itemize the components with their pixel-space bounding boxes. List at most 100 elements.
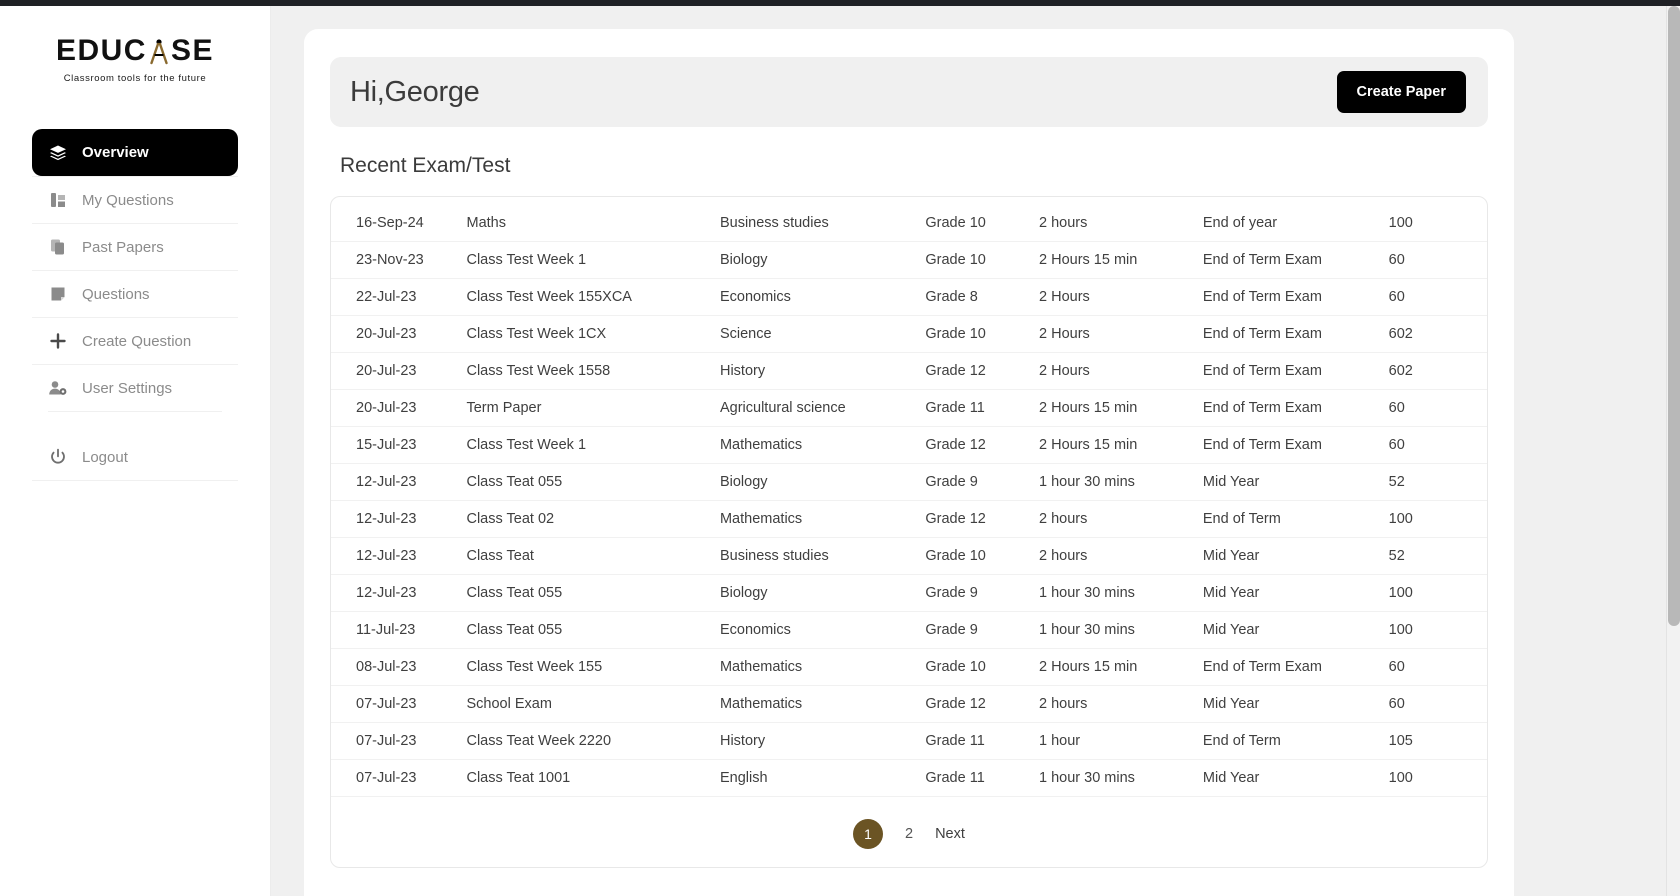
cell-subject: Mathematics bbox=[719, 685, 926, 723]
table-row[interactable]: 12-Jul-23 Class Teat 055 Biology Grade 9… bbox=[331, 574, 1487, 612]
cell-name: Term Paper bbox=[466, 389, 720, 427]
copy-documents-icon bbox=[48, 238, 68, 256]
table-row[interactable]: 07-Jul-23 Class Teat Week 2220 History G… bbox=[331, 722, 1487, 760]
sidebar-nav: Overview My Questions Past Papers Questi… bbox=[0, 129, 270, 481]
cell-date: 12-Jul-23 bbox=[331, 463, 467, 501]
cell-subject: Biology bbox=[719, 463, 926, 501]
table-row[interactable]: 20-Jul-23 Class Test Week 1CX Science Gr… bbox=[331, 315, 1487, 353]
sidebar-item-logout[interactable]: Logout bbox=[32, 434, 238, 481]
create-paper-button[interactable]: Create Paper bbox=[1336, 71, 1466, 113]
cell-marks: 60 bbox=[1388, 278, 1487, 316]
pagination-page-2[interactable]: 2 bbox=[899, 819, 919, 849]
cell-date: 20-Jul-23 bbox=[331, 352, 467, 390]
cell-marks: 602 bbox=[1388, 352, 1487, 390]
cell-subject: Business studies bbox=[719, 537, 926, 575]
cell-name: Class Test Week 1CX bbox=[466, 315, 720, 353]
table-row[interactable]: 07-Jul-23 Class Teat 1001 English Grade … bbox=[331, 759, 1487, 797]
cell-marks: 105 bbox=[1388, 722, 1487, 760]
brand-name-part1: EDUC bbox=[55, 34, 147, 67]
cell-date: 23-Nov-23 bbox=[331, 241, 467, 279]
cell-subject: Agricultural science bbox=[719, 389, 926, 427]
compass-icon bbox=[147, 36, 171, 66]
cell-duration: 2 Hours 15 min bbox=[1039, 389, 1203, 427]
cell-subject: Mathematics bbox=[719, 500, 926, 538]
sidebar-item-past-papers[interactable]: Past Papers bbox=[32, 223, 238, 270]
cell-marks: 100 bbox=[1388, 759, 1487, 797]
cell-date: 07-Jul-23 bbox=[331, 722, 467, 760]
scrollbar-thumb[interactable] bbox=[1668, 6, 1680, 626]
table-row[interactable]: 12-Jul-23 Class Teat Business studies Gr… bbox=[331, 537, 1487, 575]
sidebar-item-user-settings[interactable]: User Settings bbox=[32, 364, 238, 411]
sidebar-item-create-question[interactable]: Create Question bbox=[32, 317, 238, 364]
table-row[interactable]: 07-Jul-23 School Exam Mathematics Grade … bbox=[331, 685, 1487, 723]
sidebar-item-label: Logout bbox=[82, 448, 128, 466]
cell-name: Class Teat 02 bbox=[466, 500, 720, 538]
cell-grade: Grade 10 bbox=[925, 648, 1039, 686]
cell-date: 22-Jul-23 bbox=[331, 278, 467, 316]
cell-name: Class Teat Week 2220 bbox=[466, 722, 720, 760]
cell-type: Mid Year bbox=[1202, 685, 1389, 723]
note-icon bbox=[48, 285, 68, 303]
brand-name-part2: SE bbox=[170, 34, 215, 67]
table-row[interactable]: 12-Jul-23 Class Teat 02 Mathematics Grad… bbox=[331, 500, 1487, 538]
cell-duration: 2 hours bbox=[1039, 500, 1203, 538]
sidebar-item-label: User Settings bbox=[82, 379, 173, 397]
cell-date: 12-Jul-23 bbox=[331, 537, 467, 575]
cell-duration: 1 hour 30 mins bbox=[1039, 759, 1203, 797]
cell-duration: 2 Hours 15 min bbox=[1039, 648, 1203, 686]
cell-type: End of Term bbox=[1202, 722, 1389, 760]
cell-grade: Grade 9 bbox=[925, 463, 1039, 501]
table-row[interactable]: 22-Jul-23 Class Test Week 155XCA Economi… bbox=[331, 278, 1487, 316]
cell-name: Class Teat 055 bbox=[466, 574, 720, 612]
cell-duration: 2 hours bbox=[1039, 685, 1203, 723]
page-scrollbar[interactable] bbox=[1666, 6, 1680, 896]
pagination-next-button[interactable]: Next bbox=[935, 826, 965, 842]
cell-grade: Grade 9 bbox=[925, 574, 1039, 612]
table-row[interactable]: 23-Nov-23 Class Test Week 1 Biology Grad… bbox=[331, 241, 1487, 279]
power-icon bbox=[48, 448, 68, 466]
app-viewport: EDUC SE Classroom tools for the future O… bbox=[0, 0, 1680, 896]
cell-grade: Grade 11 bbox=[925, 759, 1039, 797]
sidebar-item-questions[interactable]: Questions bbox=[32, 270, 238, 317]
cell-date: 16-Sep-24 bbox=[331, 205, 467, 242]
sidebar-item-my-questions[interactable]: My Questions bbox=[32, 176, 238, 223]
cell-date: 07-Jul-23 bbox=[331, 759, 467, 797]
recent-exams-table: 16-Sep-24 Maths Business studies Grade 1… bbox=[331, 205, 1487, 797]
cell-name: Class Teat 055 bbox=[466, 463, 720, 501]
sidebar-item-label: Past Papers bbox=[82, 238, 164, 256]
cell-subject: Economics bbox=[719, 611, 926, 649]
cell-grade: Grade 12 bbox=[925, 352, 1039, 390]
cell-type: End of Term Exam bbox=[1202, 315, 1389, 353]
pagination-page-1[interactable]: 1 bbox=[853, 819, 884, 849]
cell-duration: 2 Hours 15 min bbox=[1039, 426, 1203, 464]
cell-date: 15-Jul-23 bbox=[331, 426, 467, 464]
table-row[interactable]: 12-Jul-23 Class Teat 055 Biology Grade 9… bbox=[331, 463, 1487, 501]
cell-duration: 2 Hours bbox=[1039, 352, 1203, 390]
table-row[interactable]: 08-Jul-23 Class Test Week 155 Mathematic… bbox=[331, 648, 1487, 686]
cell-marks: 100 bbox=[1388, 500, 1487, 538]
sidebar-item-label: Questions bbox=[82, 285, 150, 303]
table-body: 16-Sep-24 Maths Business studies Grade 1… bbox=[331, 205, 1487, 797]
cell-name: Maths bbox=[466, 205, 720, 242]
brand-logo[interactable]: EDUC SE Classroom tools for the future bbox=[0, 6, 270, 85]
cell-type: Mid Year bbox=[1202, 759, 1389, 797]
section-title: Recent Exam/Test bbox=[340, 154, 511, 177]
cell-duration: 1 hour bbox=[1039, 722, 1203, 760]
table-row[interactable]: 11-Jul-23 Class Teat 055 Economics Grade… bbox=[331, 611, 1487, 649]
cell-marks: 100 bbox=[1388, 611, 1487, 649]
cell-type: End of Term Exam bbox=[1202, 241, 1389, 279]
cell-duration: 1 hour 30 mins bbox=[1039, 463, 1203, 501]
table-row[interactable]: 20-Jul-23 Class Test Week 1558 History G… bbox=[331, 352, 1487, 390]
cell-subject: Business studies bbox=[719, 205, 926, 242]
cell-type: Mid Year bbox=[1202, 463, 1389, 501]
table-row[interactable]: 20-Jul-23 Term Paper Agricultural scienc… bbox=[331, 389, 1487, 427]
cell-subject: Biology bbox=[719, 574, 926, 612]
cell-subject: History bbox=[719, 352, 926, 390]
cell-type: End of year bbox=[1202, 205, 1389, 242]
layers-icon bbox=[48, 144, 68, 162]
cell-grade: Grade 10 bbox=[925, 537, 1039, 575]
sidebar-item-overview[interactable]: Overview bbox=[32, 129, 238, 176]
table-row[interactable]: 16-Sep-24 Maths Business studies Grade 1… bbox=[331, 205, 1487, 242]
table-row[interactable]: 15-Jul-23 Class Test Week 1 Mathematics … bbox=[331, 426, 1487, 464]
sidebar-item-label: My Questions bbox=[82, 191, 174, 209]
